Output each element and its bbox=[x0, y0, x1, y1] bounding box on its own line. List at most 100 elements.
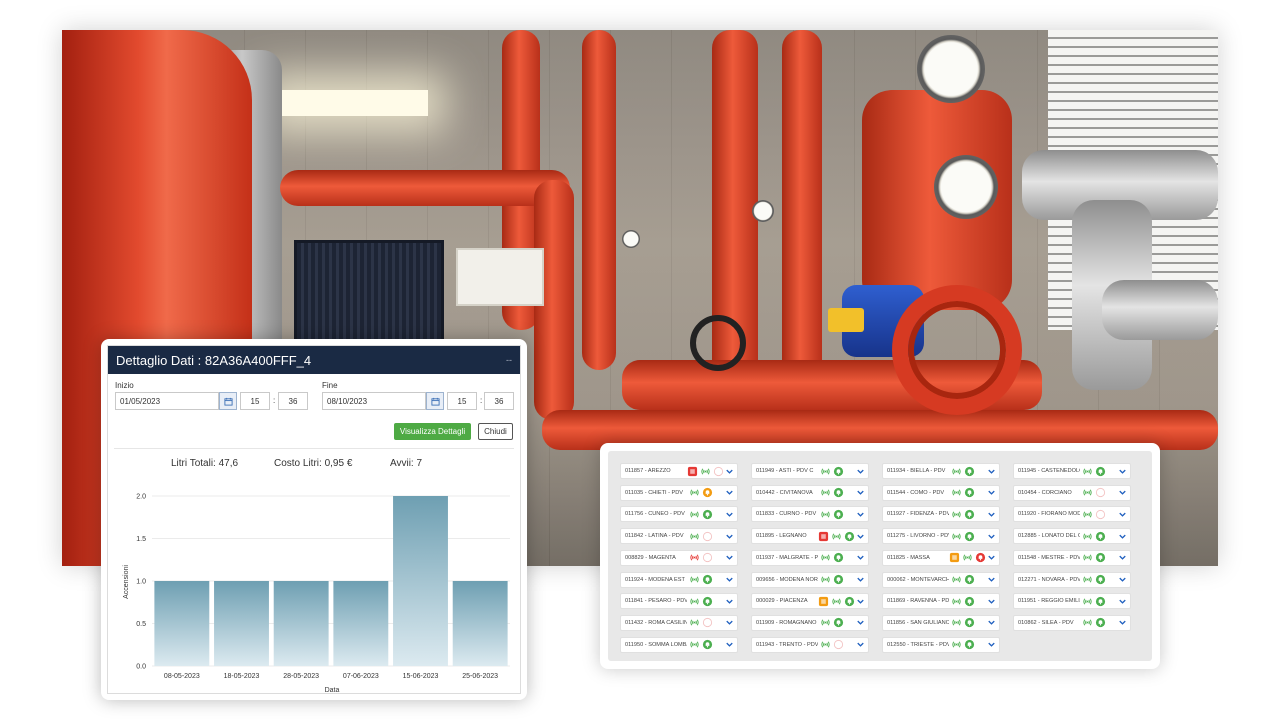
device-grid: 011857 - AREZZO 011035 - CHIETI - PDV 0117… bbox=[608, 451, 1152, 661]
device-card[interactable]: 011825 - MASSA bbox=[882, 549, 1000, 566]
bar-15-06-2023[interactable] bbox=[393, 496, 448, 666]
bar-18-05-2023[interactable] bbox=[214, 581, 269, 666]
end-date-input[interactable]: 08/10/2023 bbox=[322, 392, 426, 410]
device-card[interactable]: 011756 - CUNEO - PDV bbox=[620, 506, 738, 523]
chevron-down-icon[interactable] bbox=[855, 639, 866, 650]
chevron-down-icon[interactable] bbox=[724, 617, 735, 628]
chevron-down-icon[interactable] bbox=[986, 509, 997, 520]
end-minute-input[interactable]: 36 bbox=[484, 392, 514, 410]
bar-28-05-2023[interactable] bbox=[273, 581, 329, 666]
bar-08-05-2023[interactable] bbox=[154, 581, 210, 666]
device-card[interactable]: 011950 - SOMMA LOMBARDO bbox=[620, 636, 738, 653]
start-calendar-button[interactable] bbox=[219, 392, 237, 410]
device-card[interactable]: 011927 - FIDENZA - PDV bbox=[882, 506, 1000, 523]
chevron-down-icon[interactable] bbox=[724, 574, 735, 585]
start-minute-input[interactable]: 36 bbox=[278, 392, 308, 410]
pink-circle-icon bbox=[713, 466, 724, 477]
chevron-down-icon[interactable] bbox=[724, 639, 735, 650]
device-code: 012271 - NOVARA - PDV bbox=[1018, 576, 1080, 583]
device-card[interactable]: 011909 - ROMAGNANO bbox=[751, 614, 869, 631]
chevron-down-icon[interactable] bbox=[855, 509, 866, 520]
start-hour-input[interactable]: 15 bbox=[240, 392, 270, 410]
device-code: 011275 - LIVORNO - PDV bbox=[887, 533, 949, 540]
chevron-down-icon[interactable] bbox=[986, 639, 997, 650]
device-card[interactable]: 009656 - MODENA NORD bbox=[751, 571, 869, 588]
device-card[interactable]: 011920 - FIORANO MODENESE bbox=[1013, 506, 1131, 523]
device-card[interactable]: 011842 - LATINA - PDV bbox=[620, 528, 738, 545]
device-card[interactable]: 011035 - CHIETI - PDV bbox=[620, 484, 738, 501]
chevron-down-icon[interactable] bbox=[986, 466, 997, 477]
bar-07-06-2023[interactable] bbox=[333, 581, 389, 666]
chevron-down-icon[interactable] bbox=[724, 596, 735, 607]
close-button[interactable]: Chiudi bbox=[478, 423, 513, 440]
device-card[interactable]: 011945 - CASTENEDOLO bbox=[1013, 463, 1131, 479]
wifi-red-icon bbox=[689, 552, 700, 563]
device-card[interactable]: 011841 - PESARO - PDV bbox=[620, 593, 738, 610]
device-card[interactable]: 011951 - REGGIO EMILIA bbox=[1013, 593, 1131, 610]
device-card[interactable]: 011544 - COMO - PDV bbox=[882, 484, 1000, 501]
show-details-button[interactable]: Visualizza Dettagli bbox=[394, 423, 471, 440]
device-card[interactable]: 011869 - RAVENNA - PDV bbox=[882, 593, 1000, 610]
end-calendar-button[interactable] bbox=[426, 392, 444, 410]
device-card[interactable]: 000029 - PIACENZA bbox=[751, 593, 869, 610]
chevron-down-icon[interactable] bbox=[724, 552, 735, 563]
device-card[interactable]: 011937 - MALGRATE - PDV bbox=[751, 549, 869, 566]
device-card[interactable]: 011432 - ROMA CASILINA bbox=[620, 614, 738, 631]
chevron-down-icon[interactable] bbox=[855, 617, 866, 628]
window-close-icon[interactable]: -- bbox=[506, 355, 512, 365]
chevron-down-icon[interactable] bbox=[1117, 531, 1128, 542]
start-date-input[interactable]: 01/05/2023 bbox=[115, 392, 219, 410]
chevron-down-icon[interactable] bbox=[724, 466, 735, 477]
device-card[interactable]: 011924 - MODENA EST bbox=[620, 571, 738, 588]
chevron-down-icon[interactable] bbox=[855, 487, 866, 498]
device-card[interactable]: 008829 - MAGENTA bbox=[620, 549, 738, 566]
chevron-down-icon[interactable] bbox=[986, 574, 997, 585]
chevron-down-icon[interactable] bbox=[1117, 552, 1128, 563]
device-card[interactable]: 000062 - MONTEVARCHI bbox=[882, 571, 1000, 588]
chevron-down-icon[interactable] bbox=[1117, 617, 1128, 628]
device-card[interactable]: 010454 - CORCIANO bbox=[1013, 484, 1131, 501]
device-code: 011949 - ASTI - PDV C bbox=[756, 468, 814, 474]
chevron-down-icon[interactable] bbox=[986, 552, 997, 563]
device-card[interactable]: 012271 - NOVARA - PDV bbox=[1013, 571, 1131, 588]
device-card[interactable]: 011943 - TRENTO - PDV bbox=[751, 636, 869, 653]
device-card[interactable]: 010442 - CIVITANOVA bbox=[751, 484, 869, 501]
chevron-down-icon[interactable] bbox=[1117, 596, 1128, 607]
device-card[interactable]: 011833 - CURNO - PDV bbox=[751, 506, 869, 523]
device-card[interactable]: 011895 - LEGNANO bbox=[751, 528, 869, 545]
green-bell-icon bbox=[702, 596, 713, 607]
device-card[interactable]: 012885 - LONATO DEL GARDA bbox=[1013, 528, 1131, 545]
chevron-down-icon[interactable] bbox=[1117, 574, 1128, 585]
chevron-down-icon[interactable] bbox=[1117, 466, 1128, 477]
green-bell-icon bbox=[964, 487, 975, 498]
wifi-green-icon bbox=[820, 574, 831, 585]
device-card[interactable]: 010862 - SILEA - PDV bbox=[1013, 614, 1131, 631]
chevron-down-icon[interactable] bbox=[855, 552, 866, 563]
chevron-down-icon[interactable] bbox=[986, 531, 997, 542]
stage: Dettaglio Dati : 82A36A400FFF_4 -- Inizi… bbox=[0, 0, 1280, 720]
device-card[interactable]: 011275 - LIVORNO - PDV bbox=[882, 528, 1000, 545]
wifi-green-icon bbox=[820, 466, 831, 477]
chevron-down-icon[interactable] bbox=[855, 574, 866, 585]
chevron-down-icon[interactable] bbox=[855, 466, 866, 477]
chevron-down-icon[interactable] bbox=[724, 531, 735, 542]
device-card[interactable]: 011548 - MESTRE - PDV bbox=[1013, 549, 1131, 566]
chevron-down-icon[interactable] bbox=[1117, 487, 1128, 498]
chevron-down-icon[interactable] bbox=[1117, 509, 1128, 520]
chevron-down-icon[interactable] bbox=[986, 617, 997, 628]
chevron-down-icon[interactable] bbox=[724, 509, 735, 520]
chevron-down-icon[interactable] bbox=[986, 487, 997, 498]
bar-25-06-2023[interactable] bbox=[452, 581, 508, 666]
y-tick-label: 1.5 bbox=[136, 536, 146, 543]
device-code: 011924 - MODENA EST bbox=[625, 576, 685, 583]
chevron-down-icon[interactable] bbox=[724, 487, 735, 498]
chevron-down-icon[interactable] bbox=[855, 596, 866, 607]
device-card[interactable]: 011934 - BIELLA - PDV bbox=[882, 463, 1000, 479]
device-card[interactable]: 011949 - ASTI - PDV C bbox=[751, 463, 869, 479]
device-card[interactable]: 011856 - SAN GIULIANO bbox=[882, 614, 1000, 631]
device-card[interactable]: 011857 - AREZZO bbox=[620, 463, 738, 479]
device-card[interactable]: 012550 - TRIESTE - PDV bbox=[882, 636, 1000, 653]
chevron-down-icon[interactable] bbox=[855, 531, 866, 542]
end-hour-input[interactable]: 15 bbox=[447, 392, 477, 410]
chevron-down-icon[interactable] bbox=[986, 596, 997, 607]
